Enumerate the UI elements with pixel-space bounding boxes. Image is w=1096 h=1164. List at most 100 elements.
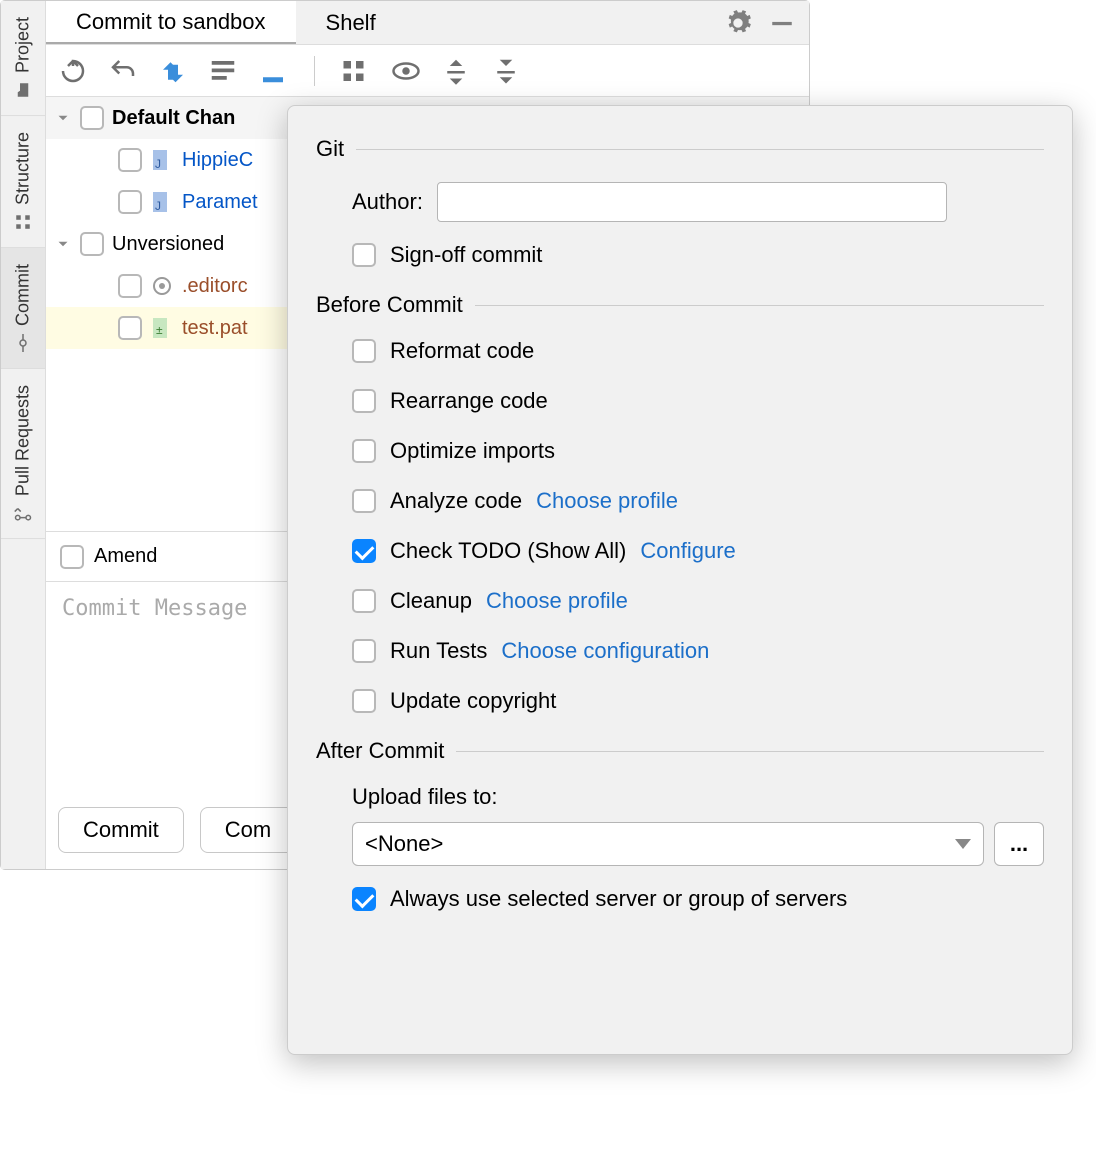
checkbox[interactable]: [118, 190, 142, 214]
choose-configuration-link[interactable]: Choose configuration: [501, 638, 709, 664]
left-tab-structure[interactable]: Structure: [1, 116, 45, 248]
signoff-checkbox[interactable]: [352, 243, 376, 267]
commit-message-placeholder: Commit Message: [62, 596, 247, 621]
tab-shelf[interactable]: Shelf: [296, 1, 406, 44]
browse-button[interactable]: ...: [994, 822, 1044, 866]
configure-link[interactable]: Configure: [640, 538, 735, 564]
commit-options-popup: Git Author: Sign-off commit Before Commi…: [287, 105, 1073, 1055]
checkbox-label: Always use selected server or group of s…: [390, 886, 847, 912]
folder-icon: [14, 81, 32, 99]
left-tab-pull-requests[interactable]: Pull Requests: [1, 369, 45, 539]
checkbox[interactable]: [118, 316, 142, 340]
update-copyright-checkbox[interactable]: [352, 689, 376, 713]
left-tab-label: Structure: [13, 132, 34, 205]
rearrange-checkbox[interactable]: [352, 389, 376, 413]
tree-label: Paramet: [182, 191, 258, 214]
checkbox[interactable]: [118, 274, 142, 298]
checkbox[interactable]: [118, 148, 142, 172]
amend-checkbox[interactable]: [60, 545, 84, 569]
analyze-checkbox[interactable]: [352, 489, 376, 513]
checkbox-label: Check TODO (Show All): [390, 538, 626, 564]
rollback-icon[interactable]: [108, 56, 138, 86]
button-label: ...: [1010, 831, 1028, 857]
chevron-down-icon[interactable]: [54, 109, 72, 127]
run-tests-checkbox[interactable]: [352, 639, 376, 663]
section-title: Git: [316, 136, 344, 162]
svg-text:J: J: [155, 157, 161, 171]
section-title: After Commit: [316, 738, 444, 764]
gear-icon[interactable]: [721, 6, 755, 40]
update-copyright-row: Update copyright: [352, 688, 1044, 714]
upload-select[interactable]: <None>: [352, 822, 984, 866]
select-value: <None>: [365, 831, 443, 857]
left-tab-commit[interactable]: Commit: [1, 248, 45, 369]
checkbox[interactable]: [80, 232, 104, 256]
checkbox-label: Cleanup: [390, 588, 472, 614]
commit-icon: [14, 334, 32, 352]
button-label: Commit: [83, 817, 159, 842]
left-tab-label: Commit: [13, 264, 34, 326]
checkbox-label: Reformat code: [390, 338, 534, 364]
chevron-down-icon[interactable]: [54, 235, 72, 253]
choose-profile-link[interactable]: Choose profile: [486, 588, 628, 614]
collapse-all-icon[interactable]: [491, 56, 521, 86]
commit-and-button[interactable]: Com: [200, 807, 296, 853]
tab-label: Shelf: [326, 10, 376, 36]
pull-request-icon: [14, 504, 32, 522]
optimize-row: Optimize imports: [352, 438, 1044, 464]
section-git: Git: [316, 136, 1044, 162]
group-by-icon[interactable]: [341, 56, 371, 86]
structure-icon: [14, 213, 32, 231]
tree-label: .editorc: [182, 275, 248, 298]
upload-label: Upload files to:: [352, 784, 1044, 810]
run-tests-row: Run Tests Choose configuration: [352, 638, 1044, 664]
checkbox[interactable]: [80, 106, 104, 130]
tree-label: HippieC: [182, 149, 253, 172]
reformat-row: Reformat code: [352, 338, 1044, 364]
section-before-commit: Before Commit: [316, 292, 1044, 318]
left-tab-label: Pull Requests: [13, 385, 34, 496]
tab-label: Commit to sandbox: [76, 9, 266, 35]
upload-select-row: <None> ...: [352, 822, 1044, 866]
always-use-checkbox[interactable]: [352, 887, 376, 911]
changelist-icon[interactable]: [208, 56, 238, 86]
left-tab-project[interactable]: Project: [1, 1, 45, 116]
check-todo-checkbox[interactable]: [352, 539, 376, 563]
checkbox-label: Update copyright: [390, 688, 556, 714]
java-file-icon: J: [150, 148, 174, 172]
checkbox-label: Rearrange code: [390, 388, 548, 414]
refresh-icon[interactable]: [58, 56, 88, 86]
section-after-commit: After Commit: [316, 738, 1044, 764]
cleanup-checkbox[interactable]: [352, 589, 376, 613]
java-file-icon: J: [150, 190, 174, 214]
diff-icon[interactable]: [158, 56, 188, 86]
section-title: Before Commit: [316, 292, 463, 318]
toolbar: [46, 45, 809, 97]
checkbox-label: Analyze code: [390, 488, 522, 514]
left-tabs: Project Structure Commit Pull Requests: [1, 1, 46, 869]
view-options-icon[interactable]: [391, 56, 421, 86]
gear-file-icon: [150, 274, 174, 298]
tab-commit[interactable]: Commit to sandbox: [46, 1, 296, 44]
svg-text:±: ±: [156, 323, 163, 337]
author-input[interactable]: [437, 182, 947, 222]
author-row: Author:: [352, 182, 1044, 222]
checkbox-label: Optimize imports: [390, 438, 555, 464]
minimize-icon[interactable]: [765, 6, 799, 40]
top-tabs: Commit to sandbox Shelf: [46, 1, 809, 45]
signoff-label: Sign-off commit: [390, 242, 542, 268]
cleanup-row: Cleanup Choose profile: [352, 588, 1044, 614]
optimize-checkbox[interactable]: [352, 439, 376, 463]
reformat-checkbox[interactable]: [352, 339, 376, 363]
shelve-icon[interactable]: [258, 56, 288, 86]
rearrange-row: Rearrange code: [352, 388, 1044, 414]
patch-file-icon: ±: [150, 316, 174, 340]
choose-profile-link[interactable]: Choose profile: [536, 488, 678, 514]
amend-label: Amend: [94, 545, 157, 568]
commit-button[interactable]: Commit: [58, 807, 184, 853]
signoff-row: Sign-off commit: [352, 242, 1044, 268]
tree-label: test.pat: [182, 317, 248, 340]
expand-all-icon[interactable]: [441, 56, 471, 86]
svg-text:J: J: [155, 199, 161, 213]
checkbox-label: Run Tests: [390, 638, 487, 664]
